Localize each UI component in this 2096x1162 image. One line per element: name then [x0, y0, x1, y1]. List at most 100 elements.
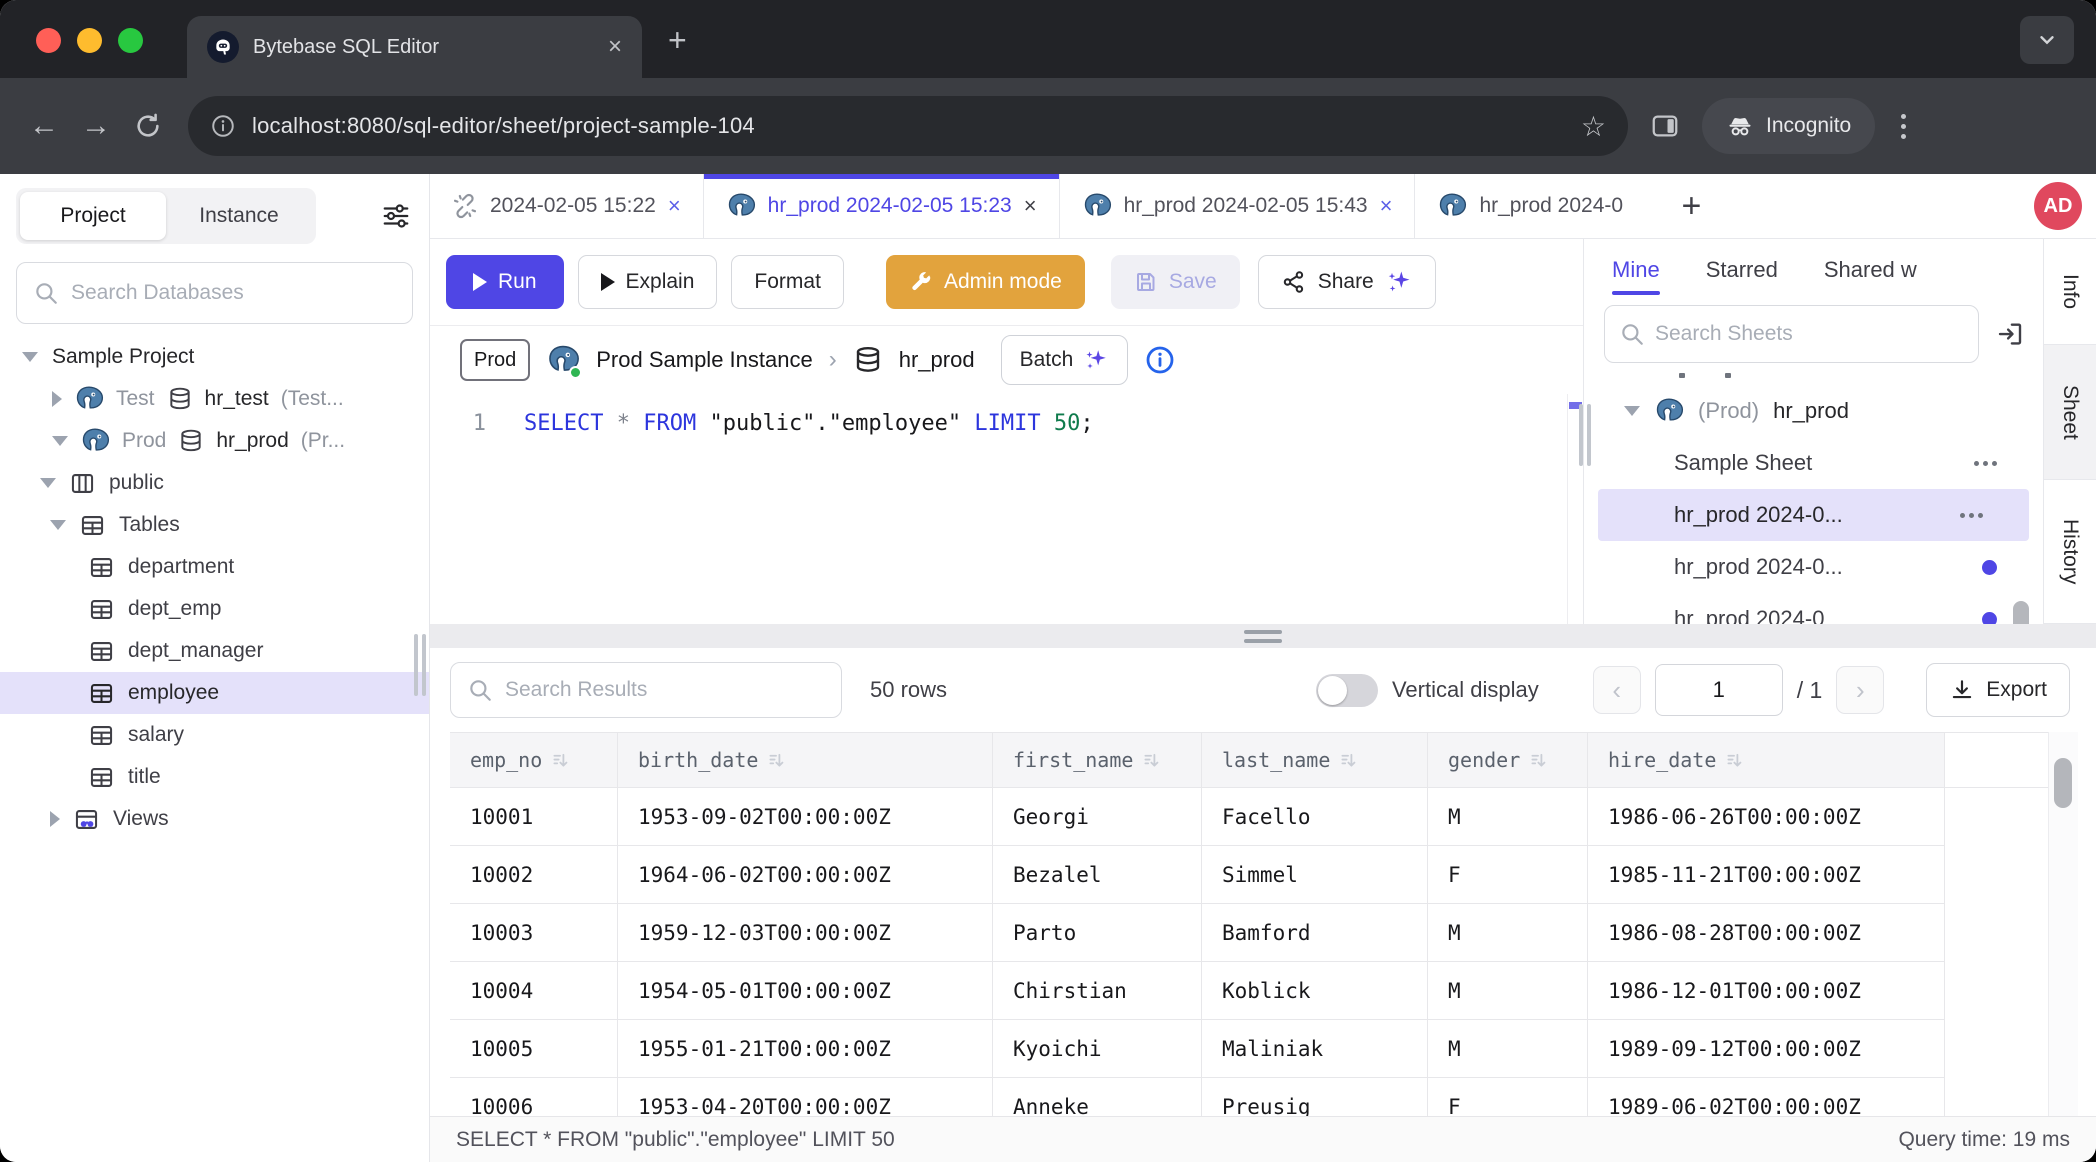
- cell[interactable]: Parto: [993, 904, 1202, 962]
- sort-icon[interactable]: [1726, 751, 1745, 770]
- tab-instance[interactable]: Instance: [166, 192, 312, 240]
- tree-group-tables[interactable]: Tables: [0, 504, 429, 546]
- cell[interactable]: 10002: [450, 846, 618, 904]
- minimize-window-button[interactable]: [77, 28, 102, 53]
- column-header-birth-date[interactable]: birth_date: [618, 732, 993, 788]
- cell[interactable]: Chirstian: [993, 962, 1202, 1020]
- caret-down-icon[interactable]: [40, 478, 56, 488]
- cell[interactable]: 1985-11-21T00:00:00Z: [1588, 846, 1945, 904]
- cell[interactable]: M: [1428, 904, 1588, 962]
- tree-item-table-department[interactable]: department: [0, 546, 429, 588]
- cell[interactable]: Bamford: [1202, 904, 1428, 962]
- cell[interactable]: Maliniak: [1202, 1020, 1428, 1078]
- sort-icon[interactable]: [1530, 751, 1549, 770]
- zoom-window-button[interactable]: [118, 28, 143, 53]
- cell[interactable]: Bezalel: [993, 846, 1202, 904]
- forward-button[interactable]: →: [70, 109, 122, 143]
- explain-button[interactable]: Explain: [578, 255, 718, 309]
- sql-statement[interactable]: SELECT * FROM "public"."employee" LIMIT …: [486, 404, 1094, 444]
- editor-panel-resize-handle[interactable]: [1579, 404, 1591, 466]
- close-tab-icon[interactable]: ×: [608, 35, 622, 59]
- cell[interactable]: 1959-12-03T00:00:00Z: [618, 904, 993, 962]
- new-worksheet-button[interactable]: +: [1667, 189, 1715, 223]
- caret-right-icon[interactable]: [52, 391, 62, 407]
- results-scroll-thumb[interactable]: [2054, 758, 2072, 808]
- cell[interactable]: Preusig: [1202, 1078, 1428, 1116]
- user-avatar[interactable]: AD: [2034, 182, 2082, 230]
- address-bar[interactable]: localhost:8080/sql-editor/sheet/project-…: [188, 96, 1628, 156]
- column-header-first-name[interactable]: first_name: [993, 732, 1202, 788]
- close-window-button[interactable]: [36, 28, 61, 53]
- sheet-item-active[interactable]: hr_prod 2024-0...: [1598, 489, 2029, 541]
- tab-sheet[interactable]: Sheet: [2044, 345, 2096, 480]
- export-button[interactable]: Export: [1926, 663, 2070, 717]
- tree-item-table-dept-emp[interactable]: dept_emp: [0, 588, 429, 630]
- next-page-button[interactable]: ›: [1836, 666, 1884, 714]
- cell[interactable]: M: [1428, 962, 1588, 1020]
- sheet-item-sample-sheet[interactable]: Sample Sheet: [1584, 437, 2043, 489]
- cell[interactable]: F: [1428, 1078, 1588, 1116]
- caret-down-icon[interactable]: [22, 352, 38, 362]
- worksheet-tab-4[interactable]: hr_prod 2024-0: [1415, 174, 1667, 238]
- caret-down-icon[interactable]: [50, 520, 66, 530]
- column-header-emp-no[interactable]: emp_no: [450, 732, 618, 788]
- tree-item-schema-public[interactable]: public: [0, 462, 429, 504]
- column-header-last-name[interactable]: last_name: [1202, 732, 1428, 788]
- format-button[interactable]: Format: [731, 255, 844, 309]
- side-panel-icon[interactable]: [1650, 111, 1680, 141]
- tab-starred[interactable]: Starred: [1706, 239, 1778, 301]
- cell[interactable]: 1964-06-02T00:00:00Z: [618, 846, 993, 904]
- sheet-item-unsaved-2[interactable]: hr_prod 2024-0: [1584, 593, 2043, 624]
- tree-item-table-employee[interactable]: employee: [0, 672, 429, 714]
- browser-menu-icon[interactable]: [1901, 114, 1906, 139]
- info-icon[interactable]: [1144, 344, 1176, 376]
- tab-history[interactable]: History: [2044, 480, 2096, 624]
- cell[interactable]: 1954-05-01T00:00:00Z: [618, 962, 993, 1020]
- sidebar-resize-handle[interactable]: [414, 634, 426, 696]
- cell[interactable]: 10001: [450, 788, 618, 846]
- tree-group-views[interactable]: Views: [0, 798, 429, 840]
- cell[interactable]: 10006: [450, 1078, 618, 1116]
- cell[interactable]: M: [1428, 788, 1588, 846]
- column-header-hire-date[interactable]: hire_date: [1588, 732, 1945, 788]
- sheet-menu-icon[interactable]: [1974, 461, 1997, 466]
- results-search-input[interactable]: [505, 678, 825, 702]
- tree-item-project[interactable]: Sample Project: [0, 336, 429, 378]
- cell[interactable]: 1955-01-21T00:00:00Z: [618, 1020, 993, 1078]
- cell[interactable]: 10005: [450, 1020, 618, 1078]
- sheet-list-scrollbar[interactable]: [2013, 601, 2029, 624]
- sheet-menu-icon[interactable]: [1960, 513, 1983, 518]
- worksheet-tab-1[interactable]: 2024-02-05 15:22 ×: [430, 174, 704, 238]
- cell[interactable]: 10004: [450, 962, 618, 1020]
- results-search[interactable]: [450, 662, 842, 718]
- cell[interactable]: 1953-09-02T00:00:00Z: [618, 788, 993, 846]
- tree-item-table-salary[interactable]: salary: [0, 714, 429, 756]
- database-name[interactable]: hr_prod: [899, 347, 975, 373]
- url-text[interactable]: localhost:8080/sql-editor/sheet/project-…: [252, 113, 1565, 139]
- prev-page-button[interactable]: ‹: [1593, 666, 1641, 714]
- caret-down-icon[interactable]: [52, 436, 68, 446]
- close-worksheet-icon[interactable]: ×: [1024, 193, 1037, 219]
- cell[interactable]: 10003: [450, 904, 618, 962]
- cell[interactable]: 1986-06-26T00:00:00Z: [1588, 788, 1945, 846]
- results-scrollbar[interactable]: [2048, 732, 2078, 1116]
- cell[interactable]: Georgi: [993, 788, 1202, 846]
- sort-icon[interactable]: [552, 751, 571, 770]
- import-sheet-icon[interactable]: [1995, 319, 2025, 349]
- reload-button[interactable]: [122, 112, 174, 140]
- save-button[interactable]: Save: [1111, 255, 1240, 309]
- sql-editor[interactable]: 1 SELECT * FROM "public"."employee" LIMI…: [430, 394, 1583, 624]
- sheets-search-input[interactable]: [1655, 322, 1964, 346]
- admin-mode-button[interactable]: Admin mode: [886, 255, 1085, 309]
- site-info-icon[interactable]: [210, 113, 236, 139]
- close-worksheet-icon[interactable]: ×: [668, 193, 681, 219]
- new-browser-tab-button[interactable]: +: [668, 24, 687, 56]
- tab-mine[interactable]: Mine: [1612, 239, 1660, 301]
- browser-tab[interactable]: Bytebase SQL Editor ×: [187, 16, 642, 78]
- cell[interactable]: 1953-04-20T00:00:00Z: [618, 1078, 993, 1116]
- run-button[interactable]: Run: [446, 255, 564, 309]
- cell[interactable]: F: [1428, 846, 1588, 904]
- sheet-group-prod-hr-prod[interactable]: (Prod) hr_prod: [1584, 385, 2043, 437]
- instance-name[interactable]: Prod Sample Instance: [596, 347, 812, 373]
- close-worksheet-icon[interactable]: ×: [1380, 193, 1393, 219]
